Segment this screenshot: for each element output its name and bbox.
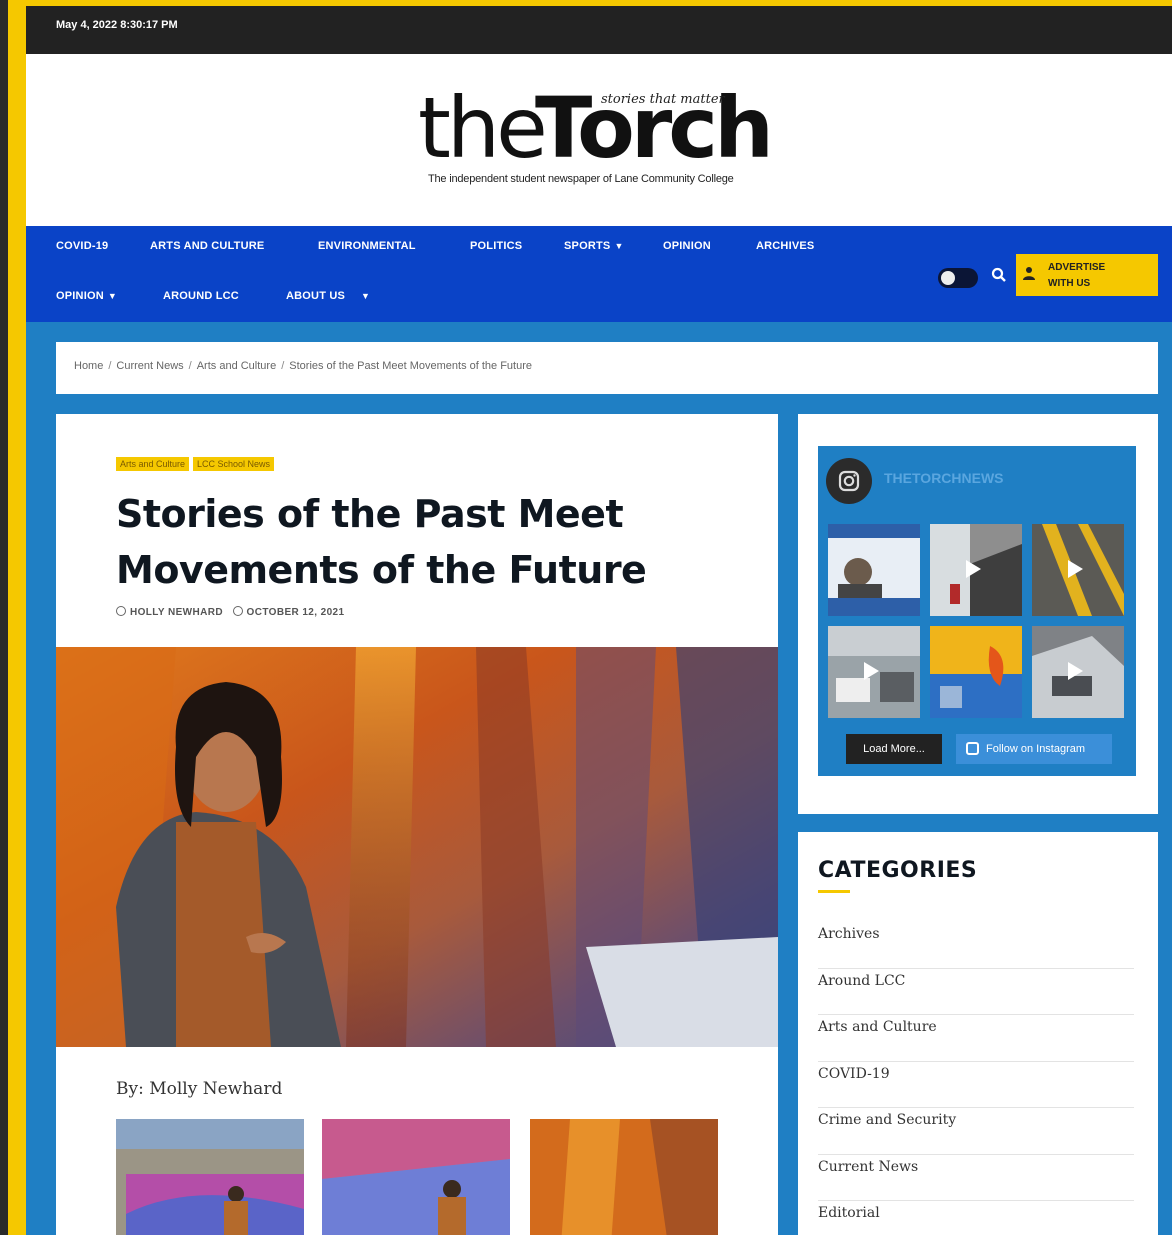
gallery-image[interactable] (322, 1119, 510, 1235)
play-icon (1068, 560, 1083, 578)
gallery-image[interactable] (530, 1119, 718, 1235)
author-icon (116, 606, 126, 616)
instagram-post[interactable] (1032, 626, 1124, 718)
categories-widget: CATEGORIES Archives Around LCC Arts and … (798, 832, 1158, 1235)
article-author[interactable]: HOLLY NEWHARD (130, 607, 223, 618)
nav-item-covid[interactable]: COVID-19 (56, 240, 108, 252)
nav-item-about-us[interactable]: ABOUT US ▼ (286, 290, 370, 302)
categories-title: CATEGORIES (818, 858, 978, 883)
chevron-down-icon: ▼ (107, 291, 117, 301)
dark-mode-toggle[interactable] (938, 268, 978, 288)
gallery-image[interactable] (116, 1119, 304, 1235)
hero-image (56, 647, 778, 1047)
category-tag[interactable]: Arts and Culture (116, 457, 190, 471)
breadcrumb: Home / Current News / Arts and Culture / Stori… (56, 342, 1158, 394)
instagram-post[interactable] (1032, 524, 1124, 616)
breadcrumb-separator: / (281, 360, 285, 372)
chevron-down-icon: ▼ (614, 241, 624, 251)
breadcrumb-arts-and-culture[interactable]: Arts and Culture (197, 360, 276, 372)
instagram-post[interactable] (828, 524, 920, 616)
chevron-down-icon: ▼ (361, 291, 371, 301)
instagram-post[interactable] (930, 626, 1022, 718)
load-more-button[interactable]: Load More... (846, 734, 942, 764)
category-link-covid[interactable]: COVID-19 (818, 1062, 1134, 1108)
nav-item-sports-label: SPORTS (564, 240, 611, 252)
article-byline: By: Molly Newhard (116, 1079, 283, 1099)
site-logo[interactable]: the Torch stories that matter The indepe… (418, 86, 798, 196)
breadcrumb-home[interactable]: Home (74, 360, 103, 372)
nav-item-opinion-menu-label: OPINION (56, 290, 104, 302)
category-link-current-news[interactable]: Current News (818, 1155, 1134, 1201)
category-link-editorial[interactable]: Editorial (818, 1201, 1134, 1235)
instagram-widget: THETORCHNEWS Load More... Follow on Inst… (798, 414, 1158, 814)
instagram-icon (838, 470, 860, 492)
advertise-line-2: WITH US (1048, 278, 1091, 289)
nav-item-environmental[interactable]: ENVIRONMENTAL (318, 240, 416, 252)
outer-frame-edge (0, 0, 8, 1235)
user-icon (1023, 267, 1035, 280)
breadcrumb-article: Stories of the Past Meet Movements of th… (289, 360, 532, 372)
instagram-icon (966, 742, 979, 755)
logo-word-the: the (418, 79, 548, 177)
play-icon (1068, 662, 1083, 680)
instagram-post[interactable] (828, 626, 920, 718)
nav-item-opinion[interactable]: OPINION (663, 240, 711, 252)
breadcrumb-separator: / (188, 360, 192, 372)
breadcrumb-current-news[interactable]: Current News (116, 360, 183, 372)
advertise-label: ADVERTISE WITH US (1048, 260, 1148, 292)
instagram-handle[interactable]: THETORCHNEWS (884, 470, 1004, 486)
toggle-knob (941, 271, 955, 285)
advertise-button[interactable]: ADVERTISE WITH US (1016, 254, 1158, 296)
article-title: Stories of the Past Meet Movements of th… (116, 492, 647, 592)
current-date: May 4, 2022 8:30:17 PM (56, 19, 178, 31)
page: May 4, 2022 8:30:17 PM the Torch stories… (26, 6, 1172, 1235)
nav-item-archives[interactable]: ARCHIVES (756, 240, 814, 252)
nav-item-around-lcc[interactable]: AROUND LCC (163, 290, 239, 302)
article-category-tags: Arts and Culture LCC School News (116, 454, 278, 472)
category-link-arts-and-culture[interactable]: Arts and Culture (818, 1015, 1134, 1062)
nav-item-about-us-label: ABOUT US (286, 290, 346, 302)
instagram-post[interactable] (930, 524, 1022, 616)
category-link-archives[interactable]: Archives (818, 922, 1134, 969)
category-tag[interactable]: LCC School News (193, 457, 275, 471)
article: Arts and Culture LCC School News Stories … (56, 414, 778, 1235)
nav-item-arts-and-culture[interactable]: ARTS AND CULTURE (150, 240, 264, 252)
clock-icon (232, 606, 243, 616)
nav-item-politics[interactable]: POLITICS (470, 240, 522, 252)
breadcrumb-separator: / (108, 360, 112, 372)
play-icon (864, 662, 879, 680)
follow-instagram-label: Follow on Instagram (986, 743, 1086, 755)
logo-subtitle: The independent student newspaper of Lan… (428, 173, 734, 185)
categories-list: Archives Around LCC Arts and Culture COV… (818, 922, 1134, 1235)
follow-instagram-button[interactable]: Follow on Instagram (956, 734, 1112, 764)
article-meta: HOLLY NEWHARD OCTOBER 12, 2021 (116, 606, 344, 618)
nav-item-opinion-menu[interactable]: OPINION ▼ (56, 290, 117, 302)
top-bar: May 4, 2022 8:30:17 PM (26, 6, 1172, 54)
instagram-post-image (828, 524, 920, 616)
play-icon (966, 560, 981, 578)
logo-tagline: stories that matter (601, 92, 725, 107)
category-link-crime-and-security[interactable]: Crime and Security (818, 1108, 1134, 1155)
categories-title-underline (818, 890, 850, 893)
nav-item-sports[interactable]: SPORTS ▼ (564, 240, 624, 252)
instagram-avatar[interactable] (826, 458, 872, 504)
article-date: OCTOBER 12, 2021 (246, 607, 345, 618)
instagram-post-image (930, 626, 1022, 718)
advertise-line-1: ADVERTISE (1048, 262, 1106, 273)
category-link-around-lcc[interactable]: Around LCC (818, 969, 1134, 1015)
main-nav: COVID-19 ARTS AND CULTURE ENVIRONMENTAL … (26, 226, 1172, 322)
search-icon[interactable] (990, 266, 1008, 284)
instagram-feed: THETORCHNEWS Load More... Follow on Inst… (818, 446, 1136, 776)
site-header: the Torch stories that matter The indepe… (26, 54, 1172, 226)
